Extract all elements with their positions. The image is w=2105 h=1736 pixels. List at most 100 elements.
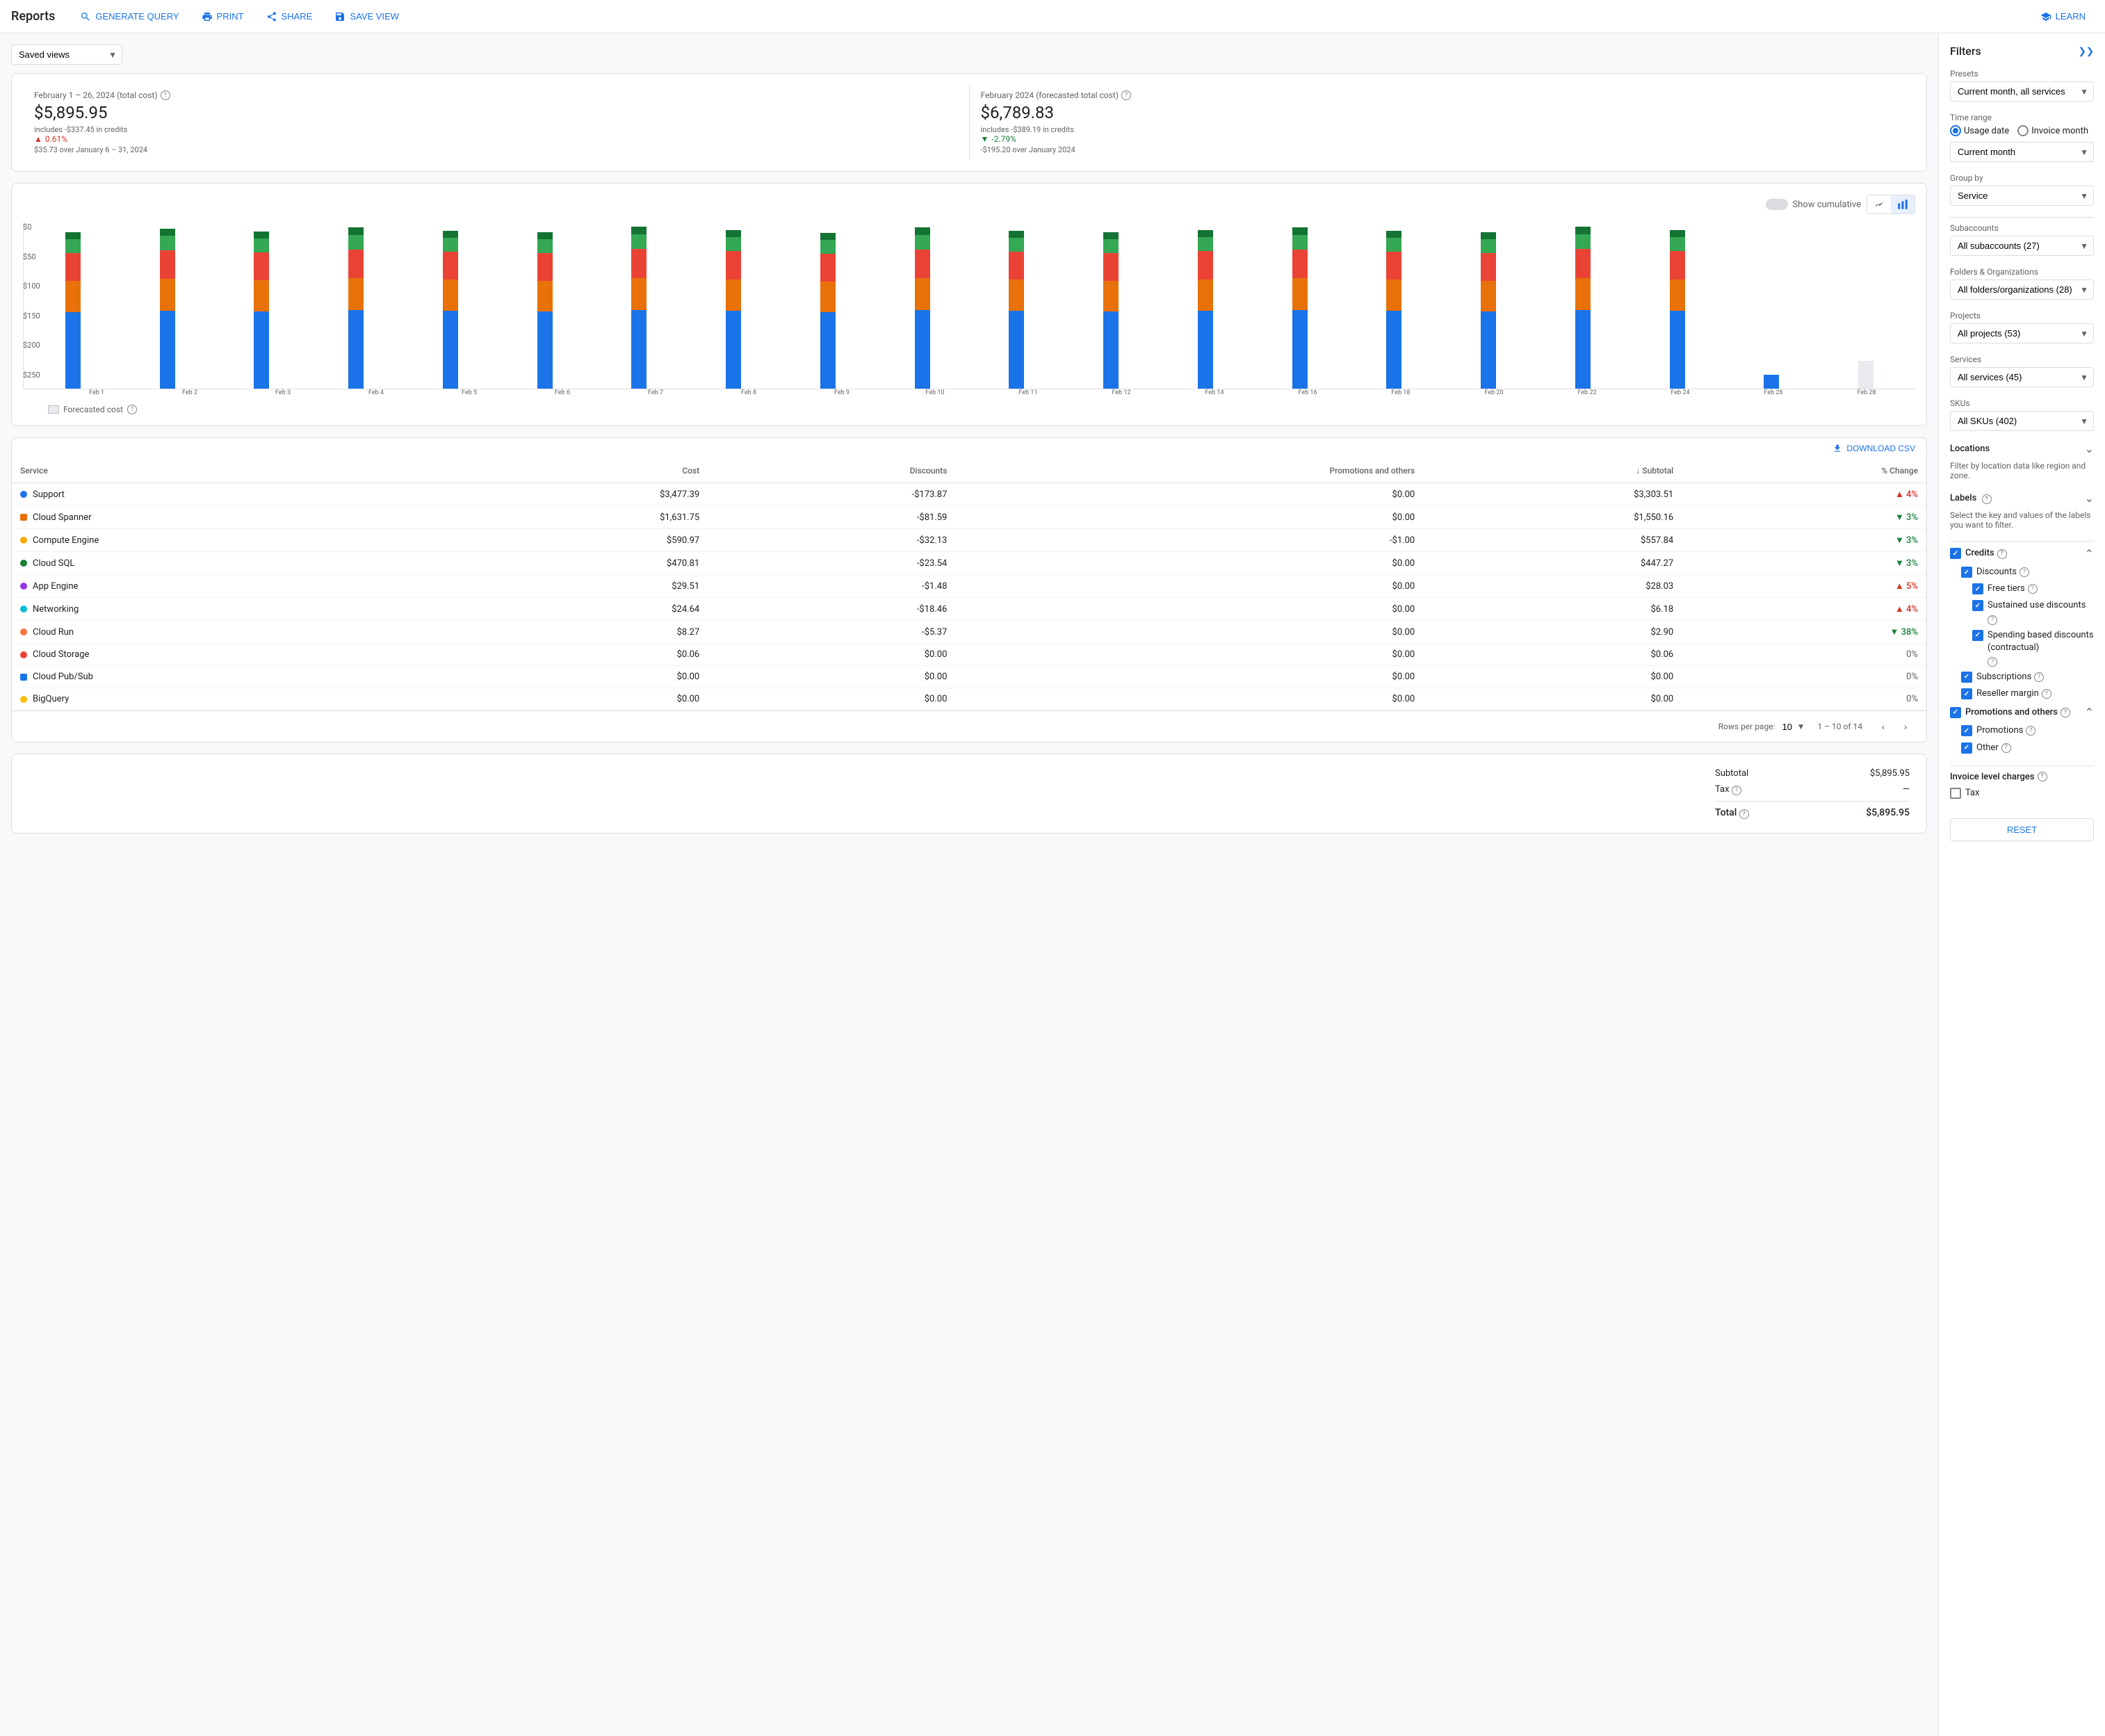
skus-select[interactable]: All SKUs (402) — [1950, 411, 2094, 431]
reset-button[interactable]: RESET — [1950, 818, 2094, 841]
usage-date-radio[interactable]: Usage date — [1950, 125, 2009, 136]
tax-help-icon[interactable]: ? — [1732, 786, 1741, 795]
sidebar-collapse-button[interactable]: ❯❯ — [2079, 46, 2094, 57]
generate-query-button[interactable]: GENERATE QUERY — [72, 7, 187, 26]
total-help-icon[interactable]: ? — [1739, 809, 1749, 819]
promotions-help-icon[interactable]: ? — [2026, 726, 2035, 736]
main-layout: Saved views ▼ February 1 – 26, 2024 (tot… — [0, 33, 2105, 1736]
folders-select[interactable]: All folders/organizations (28) — [1950, 279, 2094, 300]
tax-charges-checkbox[interactable] — [1950, 788, 1961, 799]
promotions-checkbox[interactable] — [1961, 725, 1972, 736]
current-cost-help-icon[interactable]: ? — [161, 90, 170, 100]
bar-segment — [915, 227, 930, 235]
discounts-help-icon[interactable]: ? — [2019, 567, 2029, 577]
forecasted-help-icon[interactable]: ? — [127, 405, 137, 414]
x-label: Feb 14 — [1169, 389, 1260, 396]
bar-group — [593, 222, 686, 389]
bar-segment — [1481, 239, 1496, 253]
next-page-button[interactable]: › — [1896, 717, 1915, 736]
bar-segment — [254, 311, 269, 389]
promos-others-checkbox[interactable] — [1950, 707, 1961, 718]
bar-segment — [1764, 375, 1779, 389]
service-color-dot — [20, 491, 27, 498]
sustained-use-checkbox[interactable] — [1972, 600, 1983, 611]
reseller-margin-help-icon[interactable]: ? — [2042, 689, 2051, 699]
stats-row: February 1 – 26, 2024 (total cost) ? $5,… — [11, 73, 1927, 172]
cumulative-toggle-switch[interactable] — [1766, 199, 1788, 210]
labels-help-icon[interactable]: ? — [1982, 494, 1992, 504]
current-cost-label: February 1 – 26, 2024 (total cost) ? — [34, 90, 958, 100]
subtotal-cell: $1,550.16 — [1423, 506, 1682, 529]
invoice-month-radio[interactable]: Invoice month — [2017, 125, 2088, 136]
bar-segment — [915, 310, 930, 389]
forecasted-cost-help-icon[interactable]: ? — [1121, 90, 1131, 100]
subscriptions-checkbox-row: Subscriptions ? — [1950, 671, 2094, 683]
service-cell: Networking — [12, 598, 449, 621]
cumulative-toggle: Show cumulative — [1766, 199, 1861, 210]
other-checkbox[interactable] — [1961, 743, 1972, 754]
services-filter-select[interactable]: All services (45) — [1950, 367, 2094, 387]
credits-header: Credits ? ⌃ — [1950, 547, 2094, 560]
chart-y-axis: $250 $200 $150 $100 $50 $0 — [23, 222, 48, 380]
invoice-charges-help-icon[interactable]: ? — [2038, 772, 2047, 781]
service-cell: Support — [12, 483, 449, 506]
sustained-use-help-icon[interactable]: ? — [1988, 615, 1997, 625]
promos-others-expand-icon[interactable]: ⌃ — [2085, 706, 2094, 719]
bar-segment — [1292, 227, 1308, 235]
projects-select[interactable]: All projects (53) — [1950, 323, 2094, 343]
download-csv-button[interactable]: DOWNLOAD CSV — [1832, 444, 1915, 453]
print-button[interactable]: PRINT — [193, 7, 252, 26]
credits-checkbox[interactable] — [1950, 548, 1961, 559]
x-label: Feb 18 — [1355, 389, 1447, 396]
presets-select[interactable]: Current month, all services — [1950, 81, 2094, 102]
credits-expand-icon[interactable]: ⌃ — [2085, 547, 2094, 560]
bar-segment — [726, 279, 741, 311]
discounts-checkbox[interactable] — [1961, 567, 1972, 578]
free-tiers-checkbox[interactable] — [1972, 583, 1983, 594]
prev-page-button[interactable]: ‹ — [1874, 717, 1893, 736]
promos-others-help-icon[interactable]: ? — [2061, 708, 2070, 717]
free-tiers-help-icon[interactable]: ? — [2028, 584, 2038, 594]
bar-segment — [726, 251, 741, 279]
x-label: Feb 1 — [51, 389, 143, 396]
bar-segment — [1670, 251, 1685, 279]
labels-header[interactable]: Labels ? ⌄ — [1950, 492, 2094, 505]
service-color-dot — [20, 606, 27, 613]
locations-header[interactable]: Locations ⌄ — [1950, 442, 2094, 455]
subtotal-cell: $28.03 — [1423, 575, 1682, 598]
subscriptions-help-icon[interactable]: ? — [2034, 672, 2044, 682]
subtotal-cell: $3,303.51 — [1423, 483, 1682, 506]
group-by-select[interactable]: Service — [1950, 186, 2094, 206]
bar-segment — [348, 250, 364, 278]
bar-segment — [160, 279, 175, 311]
projects-select-wrapper: All projects (53) ▼ — [1950, 323, 2094, 343]
bar-segment — [65, 253, 81, 281]
service-name: Networking — [33, 604, 79, 615]
saved-views-bar: Saved views ▼ — [11, 44, 1927, 65]
rows-per-page-select[interactable]: 10 25 50 — [1778, 720, 1806, 733]
learn-button[interactable]: LEARN — [2032, 7, 2094, 26]
save-view-button[interactable]: SAVE VIEW — [326, 7, 407, 26]
spending-based-help-icon[interactable]: ? — [1988, 657, 1997, 667]
change-cell: ▼ 38% — [1682, 621, 1926, 644]
saved-views-select[interactable]: Saved views — [11, 44, 122, 65]
promos-others-header: Promotions and others ? ⌃ — [1950, 706, 2094, 719]
share-button[interactable]: SHARE — [258, 7, 321, 26]
bar-chart-button[interactable] — [1891, 195, 1915, 213]
current-month-select[interactable]: Current month — [1950, 142, 2094, 162]
table-row: Support $3,477.39 -$173.87 $0.00 $3,303.… — [12, 483, 1926, 506]
subtotal-cell: $0.00 — [1423, 666, 1682, 688]
line-chart-button[interactable] — [1867, 195, 1891, 213]
skus-select-wrapper: All SKUs (402) ▼ — [1950, 411, 2094, 431]
service-cell: Cloud SQL — [12, 552, 449, 575]
spending-based-checkbox[interactable] — [1972, 630, 1983, 641]
subaccounts-select[interactable]: All subaccounts (27) — [1950, 236, 2094, 256]
reseller-margin-checkbox[interactable] — [1961, 688, 1972, 699]
service-color-dot — [20, 674, 27, 681]
x-label: Feb 26 — [1728, 389, 1819, 396]
other-checkbox-row: Other ? — [1950, 742, 2094, 754]
other-help-icon[interactable]: ? — [2001, 743, 2011, 753]
subscriptions-checkbox[interactable] — [1961, 672, 1972, 683]
forecasted-cost-sub: includes -$389.19 in credits — [981, 125, 1905, 134]
credits-help-icon[interactable]: ? — [1997, 549, 2007, 559]
